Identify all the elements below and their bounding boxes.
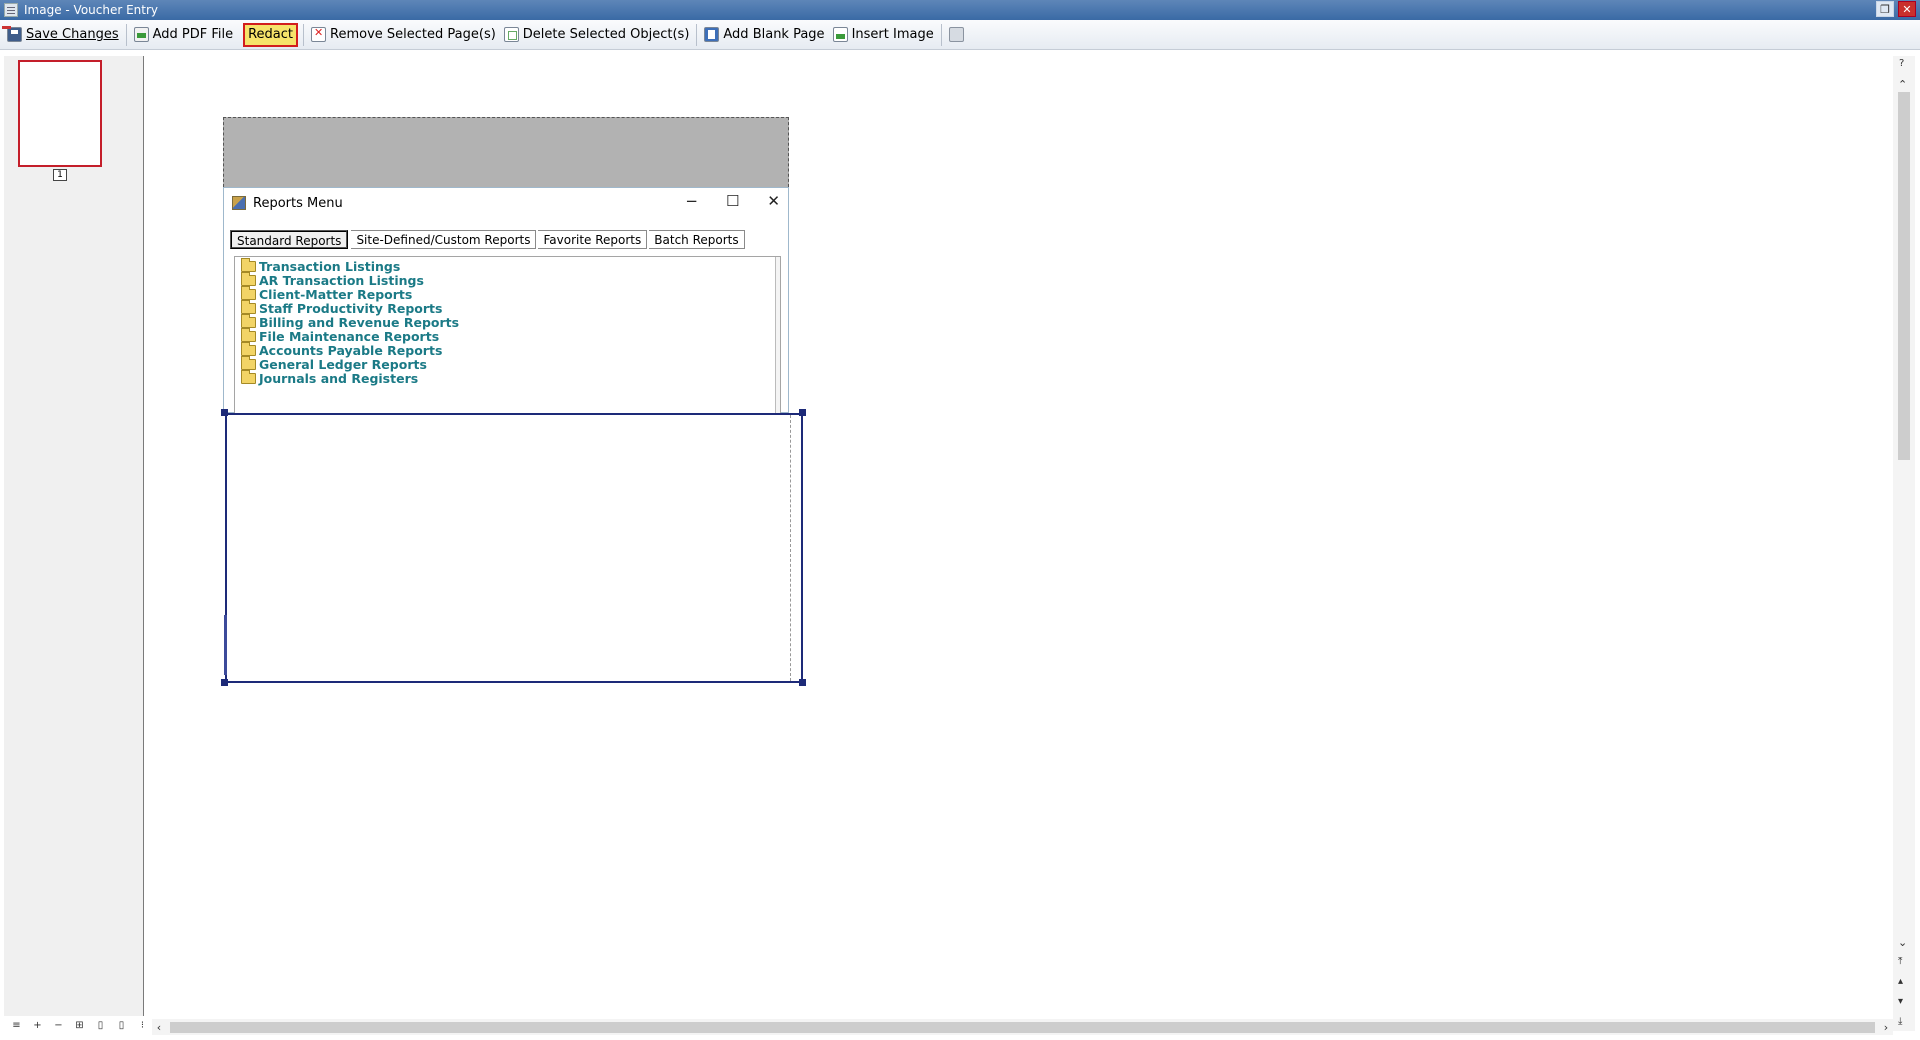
single-page-icon[interactable]: ▯ [94, 1020, 107, 1031]
zoom-in-icon[interactable]: + [31, 1020, 44, 1031]
remove-selected-pages-button[interactable]: Remove Selected Page(s) [307, 23, 500, 47]
fit-page-icon[interactable]: ⊞ [73, 1020, 86, 1031]
window-title: Image - Voucher Entry [24, 3, 159, 17]
help-icon[interactable]: ? [1899, 58, 1904, 69]
folder-icon [241, 355, 256, 370]
image-gray-band [223, 117, 789, 187]
insert-image-button[interactable]: Insert Image [829, 23, 938, 47]
folder-icon [241, 299, 256, 314]
grid-view-icon[interactable]: ⁝ [136, 1020, 149, 1031]
delete-selected-objects-button[interactable]: Delete Selected Object(s) [500, 23, 694, 47]
folder-icon [241, 341, 256, 356]
horizontal-scroll-thumb[interactable] [170, 1021, 1875, 1033]
tree-scrollbar [775, 257, 780, 413]
delete-object-icon [503, 27, 519, 42]
app-icon [4, 3, 18, 17]
folder-icon [241, 313, 256, 328]
image-edge-guide [790, 415, 791, 681]
toolbar-separator [940, 23, 942, 46]
window-controls: ❐ ✕ [1876, 1, 1916, 17]
vertical-scrollbar[interactable]: ? ⌃ ⌄ ⤒ ▴ ▾ ⤓ [1893, 56, 1915, 1031]
thumbnail-panel: 1 [4, 56, 144, 1016]
tree-item: Journals and Registers [241, 369, 419, 386]
toolbar-separator [696, 23, 698, 46]
resize-handle-top-left[interactable] [221, 409, 228, 416]
folder-icon [241, 257, 256, 272]
restore-button[interactable]: ❐ [1876, 1, 1894, 17]
redaction-selection[interactable] [224, 413, 803, 683]
add-blank-page-button[interactable]: Add Blank Page [700, 23, 828, 47]
zoom-out-icon[interactable]: − [52, 1020, 65, 1031]
print-button[interactable] [945, 23, 972, 47]
add-blank-page-label: Add Blank Page [723, 27, 825, 42]
folder-icon [241, 285, 256, 300]
delete-selected-objects-label: Delete Selected Object(s) [522, 27, 690, 42]
scroll-up-icon[interactable]: ⌃ [1898, 78, 1907, 91]
reports-icon [232, 196, 246, 210]
close-icon: ✕ [767, 192, 780, 210]
close-icon: ✕ [1902, 2, 1912, 16]
thumbnail-controls: ≡ + − ⊞ ▯ ▯ ⁝ [10, 1020, 149, 1031]
add-pdf-file-button[interactable]: Add PDF File [130, 23, 238, 47]
restore-icon: ❐ [1880, 2, 1890, 16]
insert-image-icon [832, 27, 848, 42]
scroll-left-icon[interactable]: ‹ [152, 1021, 166, 1034]
next-page-icon[interactable]: ▾ [1898, 996, 1903, 1007]
last-page-icon[interactable]: ⤓ [1898, 1016, 1902, 1027]
menu-icon[interactable]: ≡ [10, 1020, 23, 1031]
add-pdf-icon [133, 27, 149, 42]
folder-icon [241, 369, 256, 384]
reports-tabs: Standard Reports Site-Defined/Custom Rep… [230, 230, 747, 249]
reports-menu-image: Reports Menu − ☐ ✕ Standard Reports Site… [223, 187, 789, 413]
remove-selected-pages-label: Remove Selected Page(s) [330, 27, 496, 42]
reports-window-controls: − ☐ ✕ [685, 192, 780, 210]
save-changes-label: Save Changes [26, 27, 119, 42]
folder-icon [241, 327, 256, 342]
maximize-icon: ☐ [725, 192, 740, 210]
horizontal-scrollbar[interactable]: ‹ › [152, 1019, 1893, 1035]
save-icon [7, 27, 22, 42]
blank-page-icon [704, 27, 720, 42]
tree-item-label: Journals and Registers [259, 370, 419, 386]
print-icon [948, 27, 964, 42]
minimize-icon: − [685, 192, 698, 210]
two-page-icon[interactable]: ▯ [115, 1020, 128, 1031]
toolbar-separator [125, 23, 127, 46]
tab-favorite-reports: Favorite Reports [538, 230, 648, 249]
title-bar: Image - Voucher Entry ❐ ✕ [0, 0, 1920, 20]
redact-label: Redact [248, 27, 294, 42]
resize-handle-bottom-left[interactable] [221, 679, 228, 686]
save-changes-button[interactable]: Save Changes [3, 23, 123, 47]
close-button[interactable]: ✕ [1898, 1, 1916, 17]
toolbar: Save Changes Add PDF File Redact Remove … [0, 20, 1920, 50]
remove-page-icon [311, 26, 327, 42]
reports-tree: Transaction Listings AR Transaction List… [234, 256, 781, 413]
first-page-icon[interactable]: ⤒ [1898, 956, 1902, 967]
resize-handle-top-right[interactable] [799, 409, 806, 416]
page-number: 1 [53, 169, 67, 181]
redact-button[interactable]: Redact [243, 22, 299, 47]
page-thumbnail[interactable] [18, 60, 102, 167]
folder-icon [241, 271, 256, 286]
toolbar-separator [303, 23, 305, 46]
tab-site-defined-reports: Site-Defined/Custom Reports [351, 230, 537, 249]
tab-standard-reports: Standard Reports [230, 230, 349, 249]
insert-image-label: Insert Image [851, 27, 934, 42]
previous-page-icon[interactable]: ▴ [1898, 976, 1903, 987]
scroll-down-icon[interactable]: ⌄ [1898, 936, 1907, 949]
tab-batch-reports: Batch Reports [649, 230, 745, 249]
reports-menu-title: Reports Menu [253, 195, 343, 211]
resize-handle-bottom-right[interactable] [799, 679, 806, 686]
scroll-right-icon[interactable]: › [1879, 1021, 1893, 1034]
selection-edge-mark [224, 615, 227, 675]
add-pdf-file-label: Add PDF File [152, 27, 234, 42]
vertical-scroll-thumb[interactable] [1898, 92, 1910, 460]
